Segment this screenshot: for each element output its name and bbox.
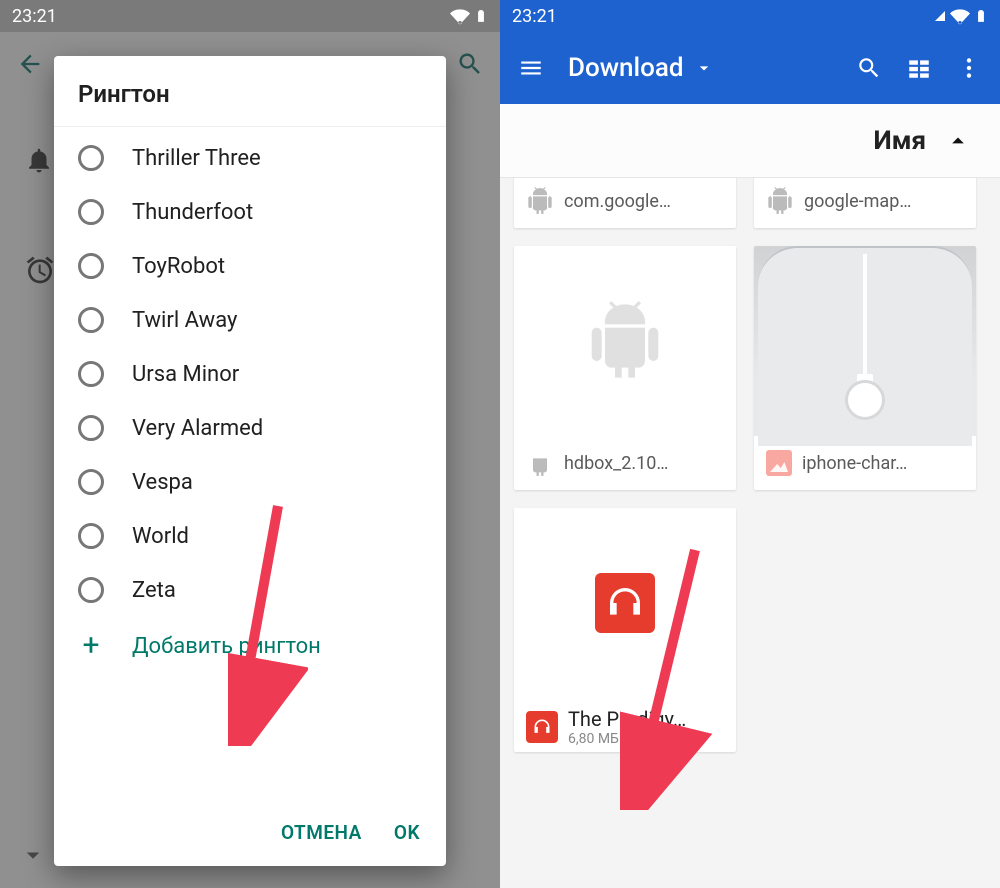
alarm-icon xyxy=(24,254,56,286)
ringtone-label: Ursa Minor xyxy=(132,362,239,387)
file-tile[interactable]: iphone-char… xyxy=(754,246,976,490)
battery-icon xyxy=(474,6,488,26)
file-tile[interactable]: hdbox_2.10… xyxy=(514,246,736,490)
hamburger-icon[interactable] xyxy=(518,55,544,81)
right-appbar: Download xyxy=(500,32,1000,104)
wifi-icon xyxy=(950,6,970,26)
add-ringtone-button[interactable]: + Добавить рингтон xyxy=(54,617,446,675)
bell-icon xyxy=(24,145,54,175)
left-status-bar: 23:21 xyxy=(0,0,500,32)
phone-right-screenshot: 23:21 Download Имя com.google… xyxy=(500,0,1000,888)
radio-icon[interactable] xyxy=(78,415,104,441)
right-status-bar: 23:21 xyxy=(500,0,1000,32)
back-arrow-icon[interactable] xyxy=(16,50,44,78)
add-ringtone-label: Добавить рингтон xyxy=(132,634,321,659)
file-thumbnail xyxy=(514,246,736,436)
status-time: 23:21 xyxy=(12,6,57,27)
radio-icon[interactable] xyxy=(78,307,104,333)
dialog-title: Рингтон xyxy=(54,56,446,127)
appbar-title: Download xyxy=(568,53,684,83)
file-meta: 6,80 МБ 23:02 xyxy=(568,731,686,747)
android-icon xyxy=(526,187,554,215)
cancel-button[interactable]: ОТМЕНА xyxy=(281,821,362,844)
file-grid[interactable]: com.google… google-map… hdbox_2.10… xyxy=(500,178,1000,888)
ringtone-list[interactable]: Thriller Three Thunderfoot ToyRobot Twir… xyxy=(54,127,446,803)
radio-icon[interactable] xyxy=(78,253,104,279)
expand-more-icon[interactable] xyxy=(18,840,48,874)
file-name: iphone-char… xyxy=(802,453,907,474)
radio-icon[interactable] xyxy=(78,523,104,549)
plus-icon: + xyxy=(78,633,104,659)
ringtone-dialog: Рингтон Thriller Three Thunderfoot ToyRo… xyxy=(54,56,446,866)
ringtone-item[interactable]: Very Alarmed xyxy=(54,401,446,455)
radio-icon[interactable] xyxy=(78,361,104,387)
chevron-down-icon xyxy=(694,58,714,78)
status-icons xyxy=(450,6,488,26)
ringtone-item[interactable]: World xyxy=(54,509,446,563)
signal-icon xyxy=(934,7,946,25)
ringtone-label: Vespa xyxy=(132,470,193,495)
dialog-actions: ОТМЕНА OK xyxy=(54,803,446,866)
ringtone-item[interactable]: Thunderfoot xyxy=(54,185,446,239)
file-tile-music[interactable]: The Prodigy… 6,80 МБ 23:02 xyxy=(514,508,736,752)
ringtone-label: Very Alarmed xyxy=(132,416,263,441)
status-icons xyxy=(934,6,988,26)
radio-icon[interactable] xyxy=(78,199,104,225)
sort-bar[interactable]: Имя xyxy=(500,104,1000,178)
sort-label: Имя xyxy=(874,126,926,156)
folder-dropdown[interactable]: Download xyxy=(568,53,832,83)
ringtone-label: Zeta xyxy=(132,578,176,603)
headphones-icon xyxy=(526,711,558,743)
search-icon[interactable] xyxy=(856,55,882,81)
headphones-icon xyxy=(595,573,655,633)
file-tile[interactable]: google-map… xyxy=(754,178,976,228)
wifi-icon xyxy=(450,6,470,26)
radio-icon[interactable] xyxy=(78,469,104,495)
ringtone-label: World xyxy=(132,524,189,549)
file-name: hdbox_2.10… xyxy=(564,453,668,474)
ringtone-item[interactable]: Twirl Away xyxy=(54,293,446,347)
status-time: 23:21 xyxy=(512,6,557,27)
ringtone-item[interactable]: Zeta xyxy=(54,563,446,617)
ringtone-item[interactable]: ToyRobot xyxy=(54,239,446,293)
radio-icon[interactable] xyxy=(78,577,104,603)
battery-icon xyxy=(974,6,988,26)
sort-asc-icon[interactable] xyxy=(944,127,972,155)
file-thumbnail xyxy=(514,508,736,698)
file-name: The Prodigy… 6,80 МБ 23:02 xyxy=(568,707,686,747)
grid-view-icon[interactable] xyxy=(906,55,932,81)
ringtone-item[interactable]: Ursa Minor xyxy=(54,347,446,401)
more-vert-icon[interactable] xyxy=(956,55,982,81)
radio-icon[interactable] xyxy=(78,145,104,171)
ringtone-item[interactable]: Vespa xyxy=(54,455,446,509)
file-name: com.google… xyxy=(564,191,671,212)
search-icon[interactable] xyxy=(456,50,484,78)
ringtone-label: Thunderfoot xyxy=(132,200,253,225)
ringtone-label: Twirl Away xyxy=(132,308,237,333)
ringtone-item[interactable]: Thriller Three xyxy=(54,131,446,185)
file-thumbnail xyxy=(754,246,976,436)
image-icon xyxy=(766,450,792,476)
ringtone-label: ToyRobot xyxy=(132,254,225,279)
ringtone-label: Thriller Three xyxy=(132,146,261,171)
android-icon xyxy=(585,296,665,386)
phone-left-screenshot: 23:21 Рингтон Thriller Three Thunderfoot… xyxy=(0,0,500,888)
ok-button[interactable]: OK xyxy=(394,821,420,844)
file-name: google-map… xyxy=(804,191,911,212)
android-icon xyxy=(526,449,554,477)
android-icon xyxy=(766,187,794,215)
file-tile[interactable]: com.google… xyxy=(514,178,736,228)
